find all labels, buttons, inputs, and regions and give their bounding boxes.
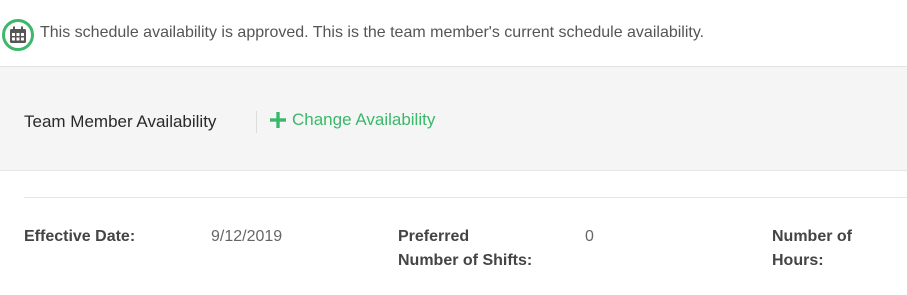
preferred-shifts-value: 0 [585, 228, 594, 245]
preferred-shifts-label-line2: Number of Shifts: [398, 252, 533, 269]
approval-notice-text: This schedule availability is approved. … [40, 24, 705, 41]
preferred-shifts-label-line1: Preferred [398, 228, 470, 245]
change-availability-label: Change Availability [292, 110, 436, 129]
availability-header: Team Member Availability Change Availabi… [0, 67, 907, 171]
change-availability-button[interactable]: Change Availability [270, 110, 435, 130]
effective-date-label: Effective Date: [24, 228, 136, 245]
availability-details: Effective Date: 9/12/2019 Preferred Numb… [0, 171, 907, 295]
approval-notice: This schedule availability is approved. … [0, 0, 907, 67]
calendar-icon [2, 19, 34, 51]
number-of-hours-label-line2: Hours: [772, 252, 824, 269]
header-divider [256, 111, 257, 133]
effective-date-value: 9/12/2019 [211, 228, 283, 245]
number-of-hours-label-line1: Number of [772, 228, 852, 245]
plus-icon [270, 112, 286, 128]
section-title: Team Member Availability [24, 112, 217, 131]
details-divider [24, 197, 907, 198]
